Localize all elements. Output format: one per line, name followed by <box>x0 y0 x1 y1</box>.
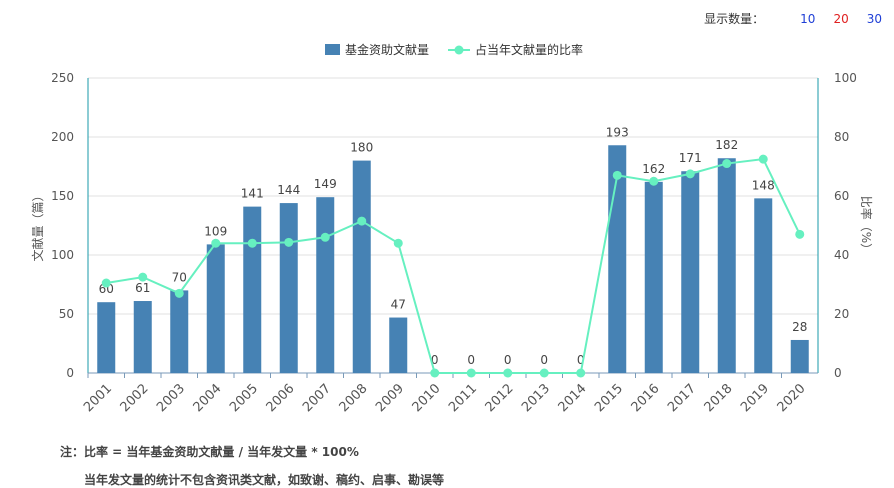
y-left-tick-label: 150 <box>51 189 74 203</box>
x-tick-label: 2014 <box>556 381 590 415</box>
x-tick-label: 2008 <box>337 381 371 415</box>
x-tick-label: 2009 <box>373 381 407 415</box>
bar-value-label: 0 <box>540 353 548 367</box>
x-tick-label: 2011 <box>446 381 480 415</box>
y-right-tick-label: 0 <box>834 366 842 380</box>
y-left-axis-title: 文献量（篇） <box>30 189 45 261</box>
ratio-point <box>211 238 221 248</box>
bar <box>352 160 371 373</box>
y-left-tick-label: 0 <box>66 366 74 380</box>
bar <box>97 302 116 373</box>
ratio-point <box>393 238 403 248</box>
ratio-point <box>357 216 367 226</box>
x-tick-label: 2007 <box>300 381 334 415</box>
bar <box>681 171 700 373</box>
y-left-tick-label: 100 <box>51 248 74 262</box>
bar <box>279 203 298 373</box>
x-tick-label: 2012 <box>483 381 517 415</box>
ratio-point <box>430 368 440 378</box>
legend-bar-swatch <box>325 44 340 55</box>
x-tick-label: 2001 <box>81 381 115 415</box>
bar-value-label: 0 <box>467 353 475 367</box>
ratio-point <box>649 176 659 186</box>
bar <box>790 339 809 373</box>
combo-chart: 050100150200250020406080100文献量（篇） 比率（%）60… <box>30 42 874 415</box>
bar-value-label: 171 <box>679 151 702 165</box>
bar-value-label: 148 <box>752 178 775 192</box>
legend-line-label: 占当年文献量的比率 <box>475 42 583 57</box>
bar <box>754 198 773 373</box>
ratio-point <box>503 368 513 378</box>
bar-value-label: 28 <box>792 320 807 334</box>
bar-value-label: 61 <box>135 281 150 295</box>
ratio-point <box>758 154 768 164</box>
x-tick-label: 2010 <box>410 381 444 415</box>
legend-line-marker <box>454 45 464 55</box>
y-right-tick-label: 60 <box>834 189 849 203</box>
y-left-tick-label: 250 <box>51 71 74 85</box>
x-tick-label: 2020 <box>775 381 809 415</box>
bar-value-label: 193 <box>606 125 629 139</box>
y-right-tick-label: 20 <box>834 307 849 321</box>
ratio-point <box>576 368 586 378</box>
ratio-point <box>174 288 184 298</box>
x-tick-label: 2019 <box>738 381 772 415</box>
x-tick-label: 2003 <box>154 381 188 415</box>
ratio-point <box>466 368 476 378</box>
bar <box>243 206 262 373</box>
ratio-point <box>795 229 805 239</box>
bar <box>170 290 189 373</box>
x-tick-label: 2002 <box>118 381 152 415</box>
y-right-tick-label: 100 <box>834 71 857 85</box>
bar <box>389 317 408 373</box>
x-tick-label: 2018 <box>702 381 736 415</box>
y-right-axis-title: 比率（%） <box>859 196 874 255</box>
bar-value-label: 0 <box>504 353 512 367</box>
chart-note-ratio: 注：比率 = 当年基金资助文献量 / 当年发文量 * 100% <box>60 445 359 459</box>
x-tick-label: 2013 <box>519 381 553 415</box>
chart-note-exclusion: 当年发文量的统计不包含资讯类文献，如致谢、稿约、启事、勘误等 <box>84 473 445 487</box>
bar <box>206 244 225 373</box>
x-tick-label: 2016 <box>629 381 663 415</box>
legend-bar-label: 基金资助文献量 <box>345 42 429 57</box>
y-left-tick-label: 200 <box>51 130 74 144</box>
x-tick-label: 2015 <box>592 381 626 415</box>
ratio-point <box>138 272 148 282</box>
bar-value-label: 109 <box>204 224 227 238</box>
bar-value-label: 141 <box>241 187 264 201</box>
y-right-tick-label: 40 <box>834 248 849 262</box>
ratio-point <box>320 232 330 242</box>
bar-value-label: 47 <box>391 298 406 312</box>
x-tick-label: 2005 <box>227 381 261 415</box>
ratio-point <box>284 237 294 247</box>
ratio-point <box>722 159 732 169</box>
x-tick-label: 2004 <box>191 381 225 415</box>
bar-value-label: 182 <box>715 138 738 152</box>
y-left-tick-label: 50 <box>59 307 74 321</box>
ratio-point <box>685 169 695 179</box>
ratio-point <box>539 368 549 378</box>
bar-value-label: 162 <box>642 162 665 176</box>
bar-value-label: 149 <box>314 177 337 191</box>
x-tick-label: 2017 <box>665 381 699 415</box>
bar-value-label: 180 <box>350 141 373 155</box>
ratio-point <box>612 170 622 180</box>
bar <box>316 197 335 373</box>
bar <box>717 158 736 373</box>
bar <box>133 301 152 373</box>
bar-value-label: 70 <box>172 270 187 284</box>
bar-value-label: 144 <box>277 183 300 197</box>
y-right-tick-label: 80 <box>834 130 849 144</box>
ratio-point <box>247 238 257 248</box>
ratio-point <box>101 278 111 288</box>
x-tick-label: 2006 <box>264 381 298 415</box>
bar <box>644 181 663 373</box>
